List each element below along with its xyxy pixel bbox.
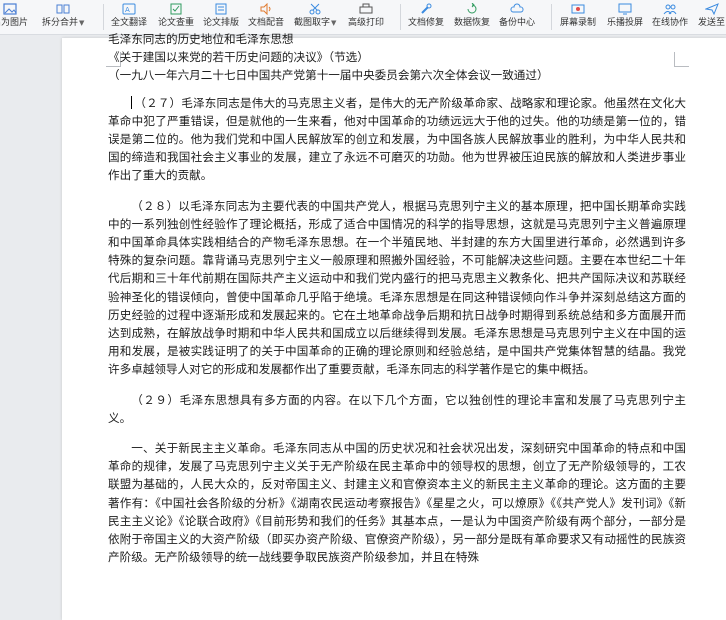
- send-to-button[interactable]: 发送至: [698, 0, 725, 34]
- split-icon: [55, 2, 71, 16]
- screenshot-ocr-button[interactable]: 截图取字▼: [294, 0, 336, 34]
- paragraph-30: 一、关于新民主主义革命。毛泽东同志从中国的历史状况和社会状况出发，深刻研究中国革…: [108, 441, 686, 565]
- recovery-icon: [464, 2, 480, 16]
- printer-icon: [358, 2, 374, 16]
- cast-icon: [617, 2, 633, 16]
- backup-center-button[interactable]: 备份中心: [499, 0, 535, 34]
- paper-layout-button[interactable]: 论文排版: [203, 0, 239, 34]
- paragraph-29: （２９）毛泽东思想具有多方面的内容。在以下几个方面，它以独创性的理论丰富和发展了…: [108, 392, 686, 425]
- record-icon: [570, 2, 586, 16]
- doc-repair-button[interactable]: 文档修复: [408, 0, 444, 34]
- screen-record-button[interactable]: 屏幕录制: [560, 0, 596, 34]
- doc-voice-button[interactable]: 文档配音: [248, 0, 284, 34]
- paper-check-button[interactable]: 论文查重: [158, 0, 194, 34]
- online-collab-button[interactable]: 在线协作: [652, 0, 688, 34]
- data-recovery-button[interactable]: 数据恢复: [454, 0, 490, 34]
- svg-text:A: A: [125, 6, 130, 14]
- image-icon: [2, 2, 18, 16]
- toolbar-divider: [400, 4, 401, 30]
- screen-cast-button[interactable]: 乐播投屏: [607, 0, 643, 34]
- paragraph-28: （２８）以毛泽东同志为主要代表的中国共产党人，根据马克思列宁主义的基本原理，把中…: [108, 198, 686, 377]
- check-icon: [168, 2, 184, 16]
- translate-icon: A: [121, 2, 137, 16]
- document-body[interactable]: 毛泽东同志的历史地位和毛泽东思想 《关于建国以来党的若干历史问题的决议》（节选）…: [108, 30, 686, 566]
- scissors-icon: [307, 2, 323, 16]
- split-merge-button[interactable]: 拆分合并▼: [42, 0, 84, 34]
- advanced-print-button[interactable]: 高级打印: [348, 0, 384, 34]
- chevron-down-icon: ▼: [79, 19, 85, 27]
- text-cursor: [131, 95, 133, 109]
- toolbar-divider: [103, 4, 104, 30]
- wrench-icon: [418, 2, 434, 16]
- doc-adoption-note: （一九八一年六月二十七日中国共产党第十一届中央委员会第六次全体会议一致通过）: [108, 68, 549, 83]
- chevron-down-icon: ▼: [331, 19, 337, 27]
- full-translate-button[interactable]: A 全文翻译: [111, 0, 147, 34]
- layout-icon: [213, 2, 229, 16]
- doc-title: 毛泽东同志的历史地位和毛泽东思想: [108, 32, 294, 46]
- toolbar-divider: [551, 4, 552, 30]
- cloud-icon: [509, 2, 525, 16]
- paragraph-27: （２７）毛泽东同志是伟大的马克思主义者，是伟大的无产阶级革命家、战略家和理论家。…: [108, 95, 686, 183]
- speaker-icon: [258, 2, 274, 16]
- export-image-button[interactable]: 出为图片: [0, 0, 28, 34]
- collaboration-icon: [662, 2, 678, 16]
- send-icon: [704, 2, 720, 16]
- doc-subtitle: 《关于建国以来党的若干历史问题的决议》（节选）: [108, 50, 369, 65]
